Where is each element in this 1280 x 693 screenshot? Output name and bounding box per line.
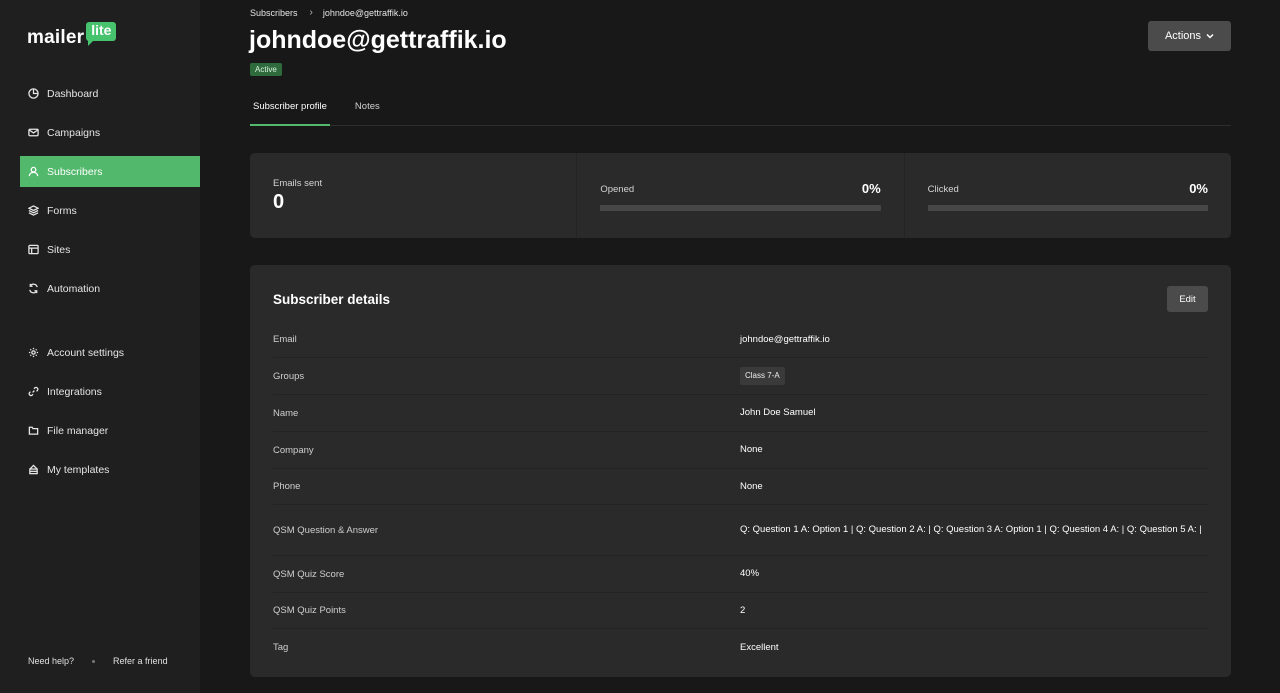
group-tag[interactable]: Class 7-A bbox=[740, 367, 785, 385]
sidebar-item-label: Integrations bbox=[47, 385, 102, 398]
detail-label: Tag bbox=[273, 642, 289, 653]
detail-label: QSM Quiz Score bbox=[273, 568, 345, 580]
detail-value: 40% bbox=[740, 568, 760, 579]
clicked-label: Clicked bbox=[927, 184, 959, 195]
detail-label: Name bbox=[273, 407, 299, 419]
sidebar: mailer lite Dashboard Campaigns Subscrib… bbox=[0, 0, 200, 693]
refer-friend-link[interactable]: Refer a friend bbox=[113, 656, 168, 666]
sidebar-item-account-settings[interactable]: Account settings bbox=[20, 337, 200, 368]
detail-value: Q: Question 1 A: Option 1 | Q: Question … bbox=[740, 524, 1202, 535]
detail-value: 2 bbox=[740, 604, 746, 616]
subscriber-details-card: Subscriber details Edit Email johndoe@ge… bbox=[250, 265, 1231, 677]
browser-icon bbox=[28, 244, 39, 255]
tab-notes[interactable]: Notes bbox=[352, 92, 383, 126]
sidebar-item-label: File manager bbox=[47, 424, 109, 437]
link-icon bbox=[28, 386, 39, 397]
detail-row-tag: Tag Excellent bbox=[273, 629, 1208, 666]
tab-subscriber-profile[interactable]: Subscriber profile bbox=[250, 92, 330, 126]
gear-icon bbox=[28, 347, 39, 358]
detail-label: Company bbox=[273, 444, 314, 456]
sidebar-item-dashboard[interactable]: Dashboard bbox=[20, 78, 200, 109]
detail-label: QSM Quiz Points bbox=[273, 605, 346, 616]
sidebar-item-label: Automation bbox=[47, 282, 101, 295]
stat-emails-sent: Emails sent 0 bbox=[250, 153, 576, 238]
user-icon bbox=[28, 166, 39, 177]
clock-pie-icon bbox=[28, 88, 39, 99]
detail-label: Groups bbox=[273, 370, 305, 382]
template-icon bbox=[29, 464, 38, 475]
sidebar-nav: Dashboard Campaigns Subscribers Forms Si… bbox=[20, 78, 200, 493]
detail-value: John Doe Samuel bbox=[740, 407, 816, 418]
opened-progress-bar bbox=[600, 205, 881, 211]
breadcrumb: Subscribers › johndoe@gettraffik.io bbox=[250, 7, 408, 18]
need-help-link[interactable]: Need help? bbox=[28, 656, 74, 666]
sidebar-item-subscribers[interactable]: Subscribers bbox=[20, 156, 200, 187]
detail-value: Excellent bbox=[740, 641, 779, 653]
mailerlite-logo[interactable]: mailer lite bbox=[27, 22, 117, 49]
emails-sent-label: Emails sent bbox=[273, 178, 323, 189]
opened-percent: 0% bbox=[861, 181, 881, 196]
detail-row-name: Name John Doe Samuel bbox=[273, 395, 1208, 432]
detail-row-qsm-score: QSM Quiz Score 40% bbox=[273, 556, 1208, 593]
details-rows: Email johndoe@gettraffik.io Groups Class… bbox=[273, 322, 1208, 666]
detail-value: None bbox=[740, 480, 763, 492]
sidebar-item-label: Sites bbox=[47, 243, 71, 256]
edit-button[interactable]: Edit bbox=[1167, 286, 1208, 312]
sidebar-item-file-manager[interactable]: File manager bbox=[20, 415, 200, 446]
actions-button[interactable]: Actions bbox=[1148, 21, 1231, 51]
clicked-progress-bar bbox=[927, 205, 1208, 211]
sidebar-item-integrations[interactable]: Integrations bbox=[20, 376, 200, 407]
sidebar-item-label: Dashboard bbox=[47, 87, 99, 100]
details-title: Subscriber details bbox=[273, 292, 391, 307]
sidebar-item-label: My templates bbox=[47, 463, 110, 476]
clicked-percent: 0% bbox=[1189, 181, 1208, 196]
logo-badge: lite bbox=[86, 22, 117, 46]
page-title: johndoe@gettraffik.io bbox=[249, 26, 507, 54]
detail-row-phone: Phone None bbox=[273, 469, 1208, 505]
actions-label: Actions bbox=[1164, 30, 1202, 42]
chevron-down-icon bbox=[1206, 33, 1214, 39]
breadcrumb-current: johndoe@gettraffik.io bbox=[322, 7, 408, 18]
detail-label: Email bbox=[273, 334, 297, 345]
chevron-right-icon: › bbox=[309, 7, 313, 18]
sidebar-item-automation[interactable]: Automation bbox=[20, 273, 200, 304]
sidebar-item-label: Campaigns bbox=[47, 126, 101, 139]
sidebar-item-label: Forms bbox=[47, 204, 77, 217]
sidebar-item-campaigns[interactable]: Campaigns bbox=[20, 117, 200, 148]
detail-row-qsm-points: QSM Quiz Points 2 bbox=[273, 593, 1208, 629]
opened-label: Opened bbox=[600, 184, 635, 195]
emails-sent-value: 0 bbox=[273, 191, 285, 213]
refresh-icon bbox=[29, 283, 38, 294]
logo-word: mailer bbox=[27, 27, 85, 48]
sidebar-footer: Need help? Refer a friend bbox=[28, 656, 168, 666]
tab-bar: Subscriber profile Notes bbox=[250, 92, 1231, 126]
detail-row-email: Email johndoe@gettraffik.io bbox=[273, 322, 1208, 358]
detail-label: QSM Question & Answer bbox=[273, 524, 379, 536]
sidebar-item-my-templates[interactable]: My templates bbox=[20, 454, 200, 485]
breadcrumb-subscribers[interactable]: Subscribers bbox=[250, 8, 298, 18]
detail-row-company: Company None bbox=[273, 432, 1208, 469]
stat-clicked: Clicked 0% bbox=[903, 153, 1231, 238]
detail-value: None bbox=[740, 444, 763, 455]
detail-value: johndoe@gettraffik.io bbox=[740, 333, 830, 345]
stats-card: Emails sent 0 Opened 0% Clicked 0% bbox=[250, 153, 1231, 238]
envelope-icon bbox=[28, 128, 39, 137]
sidebar-item-forms[interactable]: Forms bbox=[20, 195, 200, 226]
sidebar-item-label: Account settings bbox=[47, 346, 125, 359]
sidebar-item-label: Subscribers bbox=[47, 165, 103, 178]
layers-icon bbox=[28, 205, 39, 216]
folder-icon bbox=[28, 426, 39, 435]
detail-row-qsm-answers: QSM Question & Answer Q: Question 1 A: O… bbox=[273, 505, 1208, 556]
status-badge: Active bbox=[250, 63, 282, 76]
detail-row-groups: Groups Class 7-A bbox=[273, 358, 1208, 395]
stat-opened: Opened 0% bbox=[576, 153, 903, 238]
separator-dot bbox=[92, 659, 96, 663]
sidebar-item-sites[interactable]: Sites bbox=[20, 234, 200, 265]
detail-value-container: Class 7-A bbox=[740, 367, 1208, 385]
detail-label: Phone bbox=[273, 481, 301, 492]
